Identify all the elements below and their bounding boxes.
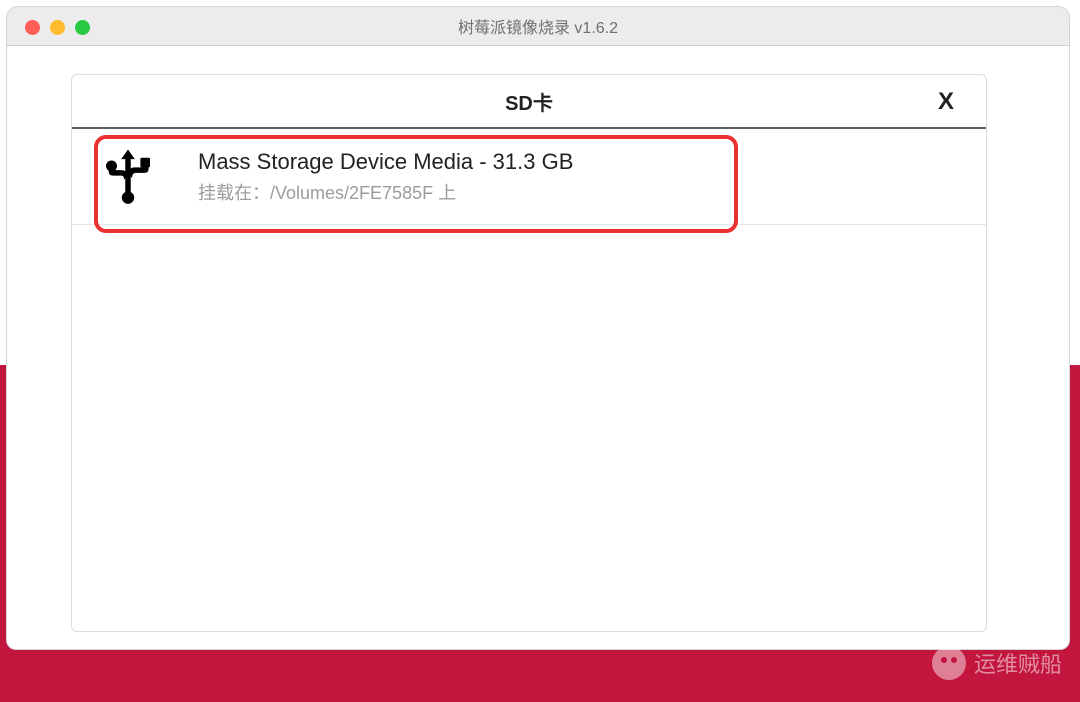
watermark-icon xyxy=(932,646,966,680)
storage-item-text: Mass Storage Device Media - 31.3 GB 挂载在：… xyxy=(198,149,573,205)
storage-item-secondary: 挂载在：/Volumes/2FE7585F 上 xyxy=(198,179,573,205)
usb-icon xyxy=(102,147,154,207)
window-body: SD卡 X xyxy=(6,46,1070,650)
watermark-text: 运维贼船 xyxy=(974,647,1062,679)
storage-item-primary: Mass Storage Device Media - 31.3 GB xyxy=(198,149,573,175)
storage-list: Mass Storage Device Media - 31.3 GB 挂载在：… xyxy=(72,129,986,225)
zoom-dot[interactable] xyxy=(75,20,90,35)
close-button[interactable]: X xyxy=(930,75,962,129)
storage-list-item[interactable]: Mass Storage Device Media - 31.3 GB 挂载在：… xyxy=(72,129,986,225)
mac-traffic-lights xyxy=(25,7,90,47)
dialog-header: SD卡 X xyxy=(72,75,986,129)
window-titlebar: 树莓派镜像烧录 v1.6.2 xyxy=(6,6,1070,46)
close-dot[interactable] xyxy=(25,20,40,35)
minimize-dot[interactable] xyxy=(50,20,65,35)
watermark: 运维贼船 xyxy=(932,646,1062,680)
window-title: 树莓派镜像烧录 v1.6.2 xyxy=(458,14,618,38)
dialog-title: SD卡 xyxy=(505,87,553,116)
sd-card-dialog: SD卡 X xyxy=(71,74,987,632)
